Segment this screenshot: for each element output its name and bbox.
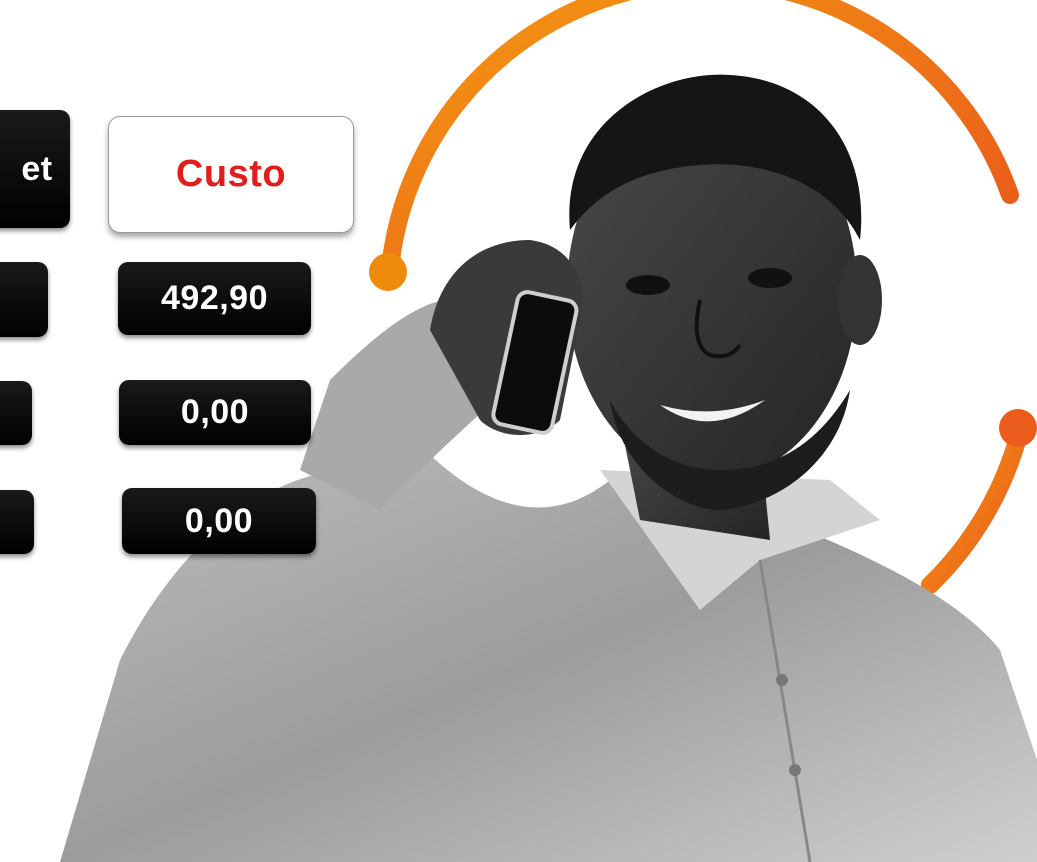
row-2-left-value[interactable] — [0, 381, 32, 445]
row-3-cost-text: 0,00 — [184, 501, 254, 540]
stage: et Custo 492,90 0,00 0,00 — [0, 0, 1037, 862]
header-column-label-truncated[interactable]: et — [0, 110, 70, 228]
row-3-left-value[interactable] — [0, 490, 34, 554]
header-custo-button[interactable]: Custo — [108, 116, 354, 233]
header-custo-label: Custo — [175, 153, 287, 195]
row-3-cost-value[interactable]: 0,00 — [122, 488, 316, 554]
row-1-cost-value[interactable]: 492,90 — [118, 262, 311, 335]
orange-arc-dot-right — [999, 409, 1037, 447]
row-1-left-value[interactable] — [0, 262, 48, 337]
ear — [838, 255, 882, 345]
row-2-cost-value[interactable]: 0,00 — [119, 380, 311, 445]
row-1-cost-text: 492,90 — [161, 279, 268, 317]
orange-arc-right — [921, 421, 1029, 594]
orange-arc-dot-left — [369, 253, 407, 291]
header-left-label: et — [21, 149, 53, 188]
row-2-cost-text: 0,00 — [180, 393, 250, 431]
